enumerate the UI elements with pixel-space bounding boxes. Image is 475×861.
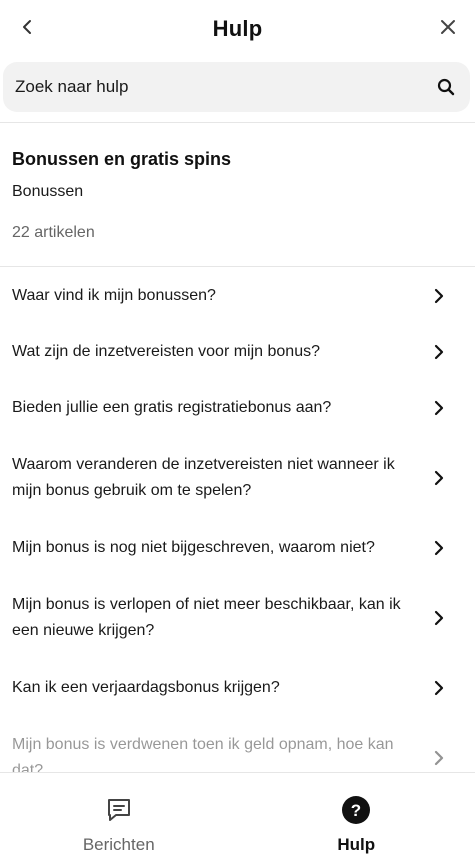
close-icon [441,20,455,34]
bottom-nav: Berichten ? Hulp [0,772,475,861]
article-item[interactable]: Waar vind ik mijn bonussen? [0,268,475,324]
divider [0,266,475,267]
help-icon: ? [341,795,371,825]
article-label: Waarom veranderen de inzetvereisten niet… [12,456,395,499]
article-label: Waar vind ik mijn bonussen? [12,287,216,304]
article-label: Kan ik een verjaardagsbonus krijgen? [12,679,280,696]
page-title: Hulp [212,16,263,41]
chevron-right-icon [434,344,444,360]
header: Hulp [0,0,475,58]
nav-item-hulp[interactable]: ? Hulp [238,773,475,861]
divider [0,122,475,123]
article-item[interactable]: Bieden jullie een gratis registratiebonu… [0,380,475,436]
chevron-right-icon [434,680,444,696]
article-item[interactable]: Mijn bonus is nog niet bijgeschreven, wa… [0,520,475,576]
article-label: Bieden jullie een gratis registratiebonu… [12,399,332,416]
help-center-screen: Hulp Bonussen en gratis spins Bonussen 2… [0,0,475,861]
article-label: Mijn bonus is nog niet bijgeschreven, wa… [12,539,375,556]
article-label: Mijn bonus is verlopen of niet meer besc… [12,596,401,639]
article-item[interactable]: Kan ik een verjaardagsbonus krijgen? [0,660,475,716]
chevron-right-icon [434,610,444,626]
category-info: Bonussen en gratis spins Bonussen 22 art… [12,146,462,245]
article-item[interactable]: Mijn bonus is verlopen of niet meer besc… [0,576,475,660]
nav-label: Hulp [337,835,376,854]
article-item[interactable]: Waarom veranderen de inzetvereisten niet… [0,436,475,520]
article-label: Wat zijn de inzetvereisten voor mijn bon… [12,343,320,360]
chevron-right-icon [434,470,444,486]
article-count: 22 artikelen [12,224,95,241]
chevron-right-icon [434,540,444,556]
search-icon [437,78,455,96]
close-button[interactable] [433,12,463,42]
back-button[interactable] [12,12,42,42]
chevron-right-icon [434,750,444,766]
svg-text:?: ? [351,801,361,820]
search-button[interactable] [434,75,458,99]
chevron-right-icon [434,288,444,304]
search-bar [3,62,470,112]
category-subtitle: Bonussen [12,183,84,200]
chevron-left-icon [23,20,31,34]
category-title: Bonussen en gratis spins [12,149,232,169]
nav-item-berichten[interactable]: Berichten [0,773,238,861]
article-item[interactable]: Wat zijn de inzetvereisten voor mijn bon… [0,324,475,380]
search-input[interactable] [15,77,434,97]
nav-label: Berichten [82,835,155,854]
message-icon [104,795,134,825]
article-list: Waar vind ik mijn bonussen? Wat zijn de … [0,268,475,800]
chevron-right-icon [434,400,444,416]
